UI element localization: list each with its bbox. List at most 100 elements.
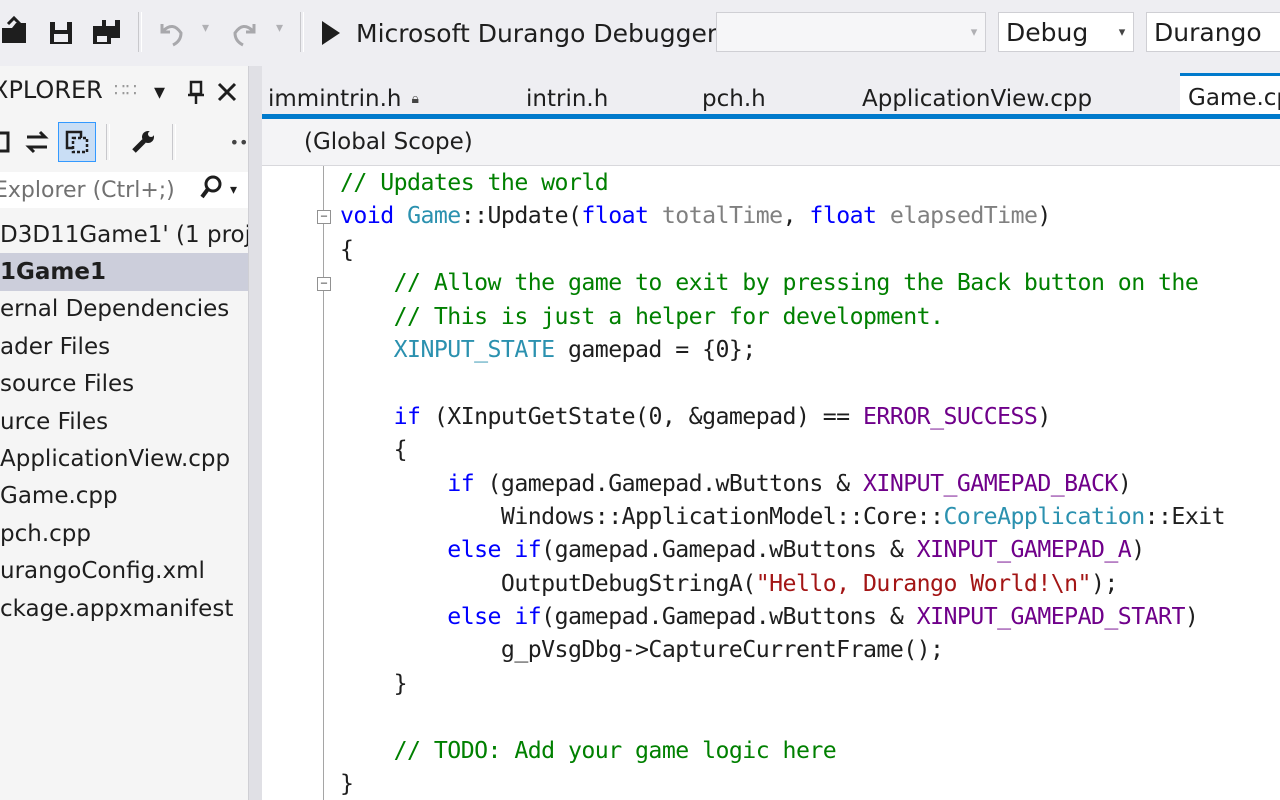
- tree-item[interactable]: 1Game1: [0, 253, 248, 291]
- tree-item-label: ernal Dependencies: [0, 296, 230, 323]
- code-token: );: [1090, 569, 1118, 597]
- tree-item-label: ApplicationView.cpp: [0, 446, 231, 473]
- tree-item[interactable]: ader Files: [0, 328, 248, 365]
- panel-grip-icon: ∷∷: [114, 80, 137, 101]
- code-token: XINPUT_GAMEPAD_START: [916, 603, 1186, 631]
- toolbar-separator: [300, 12, 304, 52]
- redo-dropdown-icon[interactable]: ▾: [276, 20, 283, 36]
- code-line: {: [340, 433, 1280, 466]
- undo-icon[interactable]: [154, 14, 188, 50]
- solution-tree: D3D11Game1' (1 projec 1Game1 ernal Depende…: [0, 216, 248, 627]
- code-line: OutputDebugStringA("Hello, Durango World…: [340, 567, 1280, 600]
- code-token: ERROR_SUCCESS: [863, 402, 1038, 430]
- solution-explorer-search-input[interactable]: Explorer (Ctrl+;) ▾: [0, 172, 248, 208]
- panel-splitter[interactable]: [248, 66, 263, 800]
- code-token: ,: [782, 202, 810, 230]
- main-toolbar: ▾ ▾ Microsoft Durango Debugger ▾ ▾ Debug…: [0, 0, 1280, 66]
- outline-margin-line: [323, 166, 324, 800]
- sync-with-document-icon[interactable]: [18, 122, 56, 162]
- toolbar-overflow-icon[interactable]: ••: [220, 122, 248, 162]
- toolbar-separator: [138, 12, 142, 52]
- code-token: "Hello, Durango World!\n": [755, 569, 1092, 597]
- tree-item[interactable]: urangoConfig.xml: [0, 553, 248, 590]
- read-only-lock-icon: 🔒︎: [411, 91, 419, 107]
- search-placeholder: Explorer (Ctrl+;): [0, 177, 175, 203]
- tree-item-label: ckage.appxmanifest: [0, 595, 234, 622]
- save-all-icon[interactable]: [90, 14, 124, 50]
- tab-label: pch.h: [702, 86, 766, 112]
- search-options-dropdown-icon[interactable]: ▾: [230, 182, 248, 198]
- tree-item[interactable]: D3D11Game1' (1 projec: [0, 216, 248, 253]
- code-line: g_pVsgDbg->CaptureCurrentFrame();: [340, 633, 1280, 666]
- code-token: ): [1184, 603, 1199, 631]
- tree-item-label: ader Files: [0, 333, 111, 360]
- tree-item[interactable]: ApplicationView.cpp: [0, 440, 248, 477]
- tree-item[interactable]: ernal Dependencies: [0, 291, 248, 328]
- tree-item[interactable]: urce Files: [0, 403, 248, 440]
- tree-item-label: source Files: [0, 371, 135, 398]
- start-debugging-button[interactable]: Microsoft Durango Debugger ▾: [316, 12, 734, 54]
- properties-wrench-icon[interactable]: [124, 122, 162, 162]
- code-token: {: [340, 235, 354, 263]
- redo-icon[interactable]: [228, 14, 262, 50]
- solution-platform-combo[interactable]: Durango: [1146, 12, 1280, 52]
- window-position-dropdown-icon[interactable]: ▾: [154, 80, 165, 105]
- tree-item-label: urce Files: [0, 408, 109, 435]
- code-token: }: [340, 770, 354, 798]
- show-all-files-icon[interactable]: [58, 122, 96, 162]
- code-text: // Updates the world void Game::Update(fl…: [340, 166, 1280, 800]
- tree-item[interactable]: source Files: [0, 366, 248, 403]
- code-line: }: [340, 767, 1280, 800]
- code-token: else: [447, 536, 501, 564]
- tab-label: ApplicationView.cpp: [862, 86, 1093, 112]
- start-debugging-label: Microsoft Durango Debugger: [356, 18, 718, 48]
- home-icon[interactable]: [0, 122, 18, 162]
- close-icon[interactable]: [216, 80, 238, 110]
- code-token: if: [447, 469, 475, 497]
- tree-item[interactable]: pch.cpp: [0, 515, 248, 552]
- open-file-icon[interactable]: [0, 14, 34, 50]
- toolbar-separator: [172, 124, 176, 160]
- code-token: }: [340, 669, 408, 697]
- solution-explorer-title: XPLORER: [0, 76, 103, 104]
- tab-label: immintrin.h: [268, 86, 402, 112]
- code-token: XINPUT_GAMEPAD_A: [916, 536, 1132, 564]
- code-line: else if(gamepad.Gamepad.wButtons & XINPU…: [340, 600, 1280, 633]
- play-icon: [322, 21, 340, 45]
- code-line: // Allow the game to exit by pressing th…: [340, 266, 1280, 299]
- code-token: XINPUT_STATE: [393, 335, 555, 363]
- chevron-down-icon: ▾: [970, 24, 978, 40]
- collapse-outline-icon[interactable]: −: [317, 210, 331, 224]
- tab-game-cpp[interactable]: Game.cpp: [1180, 73, 1280, 120]
- code-token: g_pVsgDbg->CaptureCurrentFrame();: [340, 636, 944, 664]
- chevron-down-icon: ▾: [1118, 24, 1126, 40]
- pin-icon[interactable]: [186, 80, 206, 112]
- scope-dropdown[interactable]: (Global Scope): [304, 129, 473, 155]
- tab-label: Game.cpp: [1188, 85, 1280, 111]
- debug-target-combo[interactable]: ▾: [716, 12, 986, 52]
- code-line: else if(gamepad.Gamepad.wButtons & XINPU…: [340, 533, 1280, 566]
- code-token: {: [340, 436, 408, 464]
- code-token: ): [1037, 402, 1051, 430]
- solution-explorer-panel: XPLORER ∷∷ ▾ •• Explorer (Ctrl+;) ▾ D3D1…: [0, 66, 248, 800]
- undo-dropdown-icon[interactable]: ▾: [202, 20, 209, 36]
- collapse-outline-icon[interactable]: −: [317, 277, 331, 291]
- code-token: // Allow the game to exit by pressing th…: [393, 269, 1199, 297]
- solution-configuration-combo[interactable]: Debug ▾: [998, 12, 1134, 52]
- code-token: float: [581, 202, 649, 230]
- save-icon[interactable]: [44, 14, 78, 50]
- code-token: gamepad = {0};: [554, 335, 756, 363]
- tree-item[interactable]: Game.cpp: [0, 478, 248, 515]
- tree-item[interactable]: ckage.appxmanifest: [0, 590, 248, 627]
- solution-configuration-value: Debug: [1006, 17, 1089, 47]
- code-line: // This is just a helper for development…: [340, 300, 1280, 333]
- search-icon[interactable]: [200, 174, 228, 206]
- code-token: if: [514, 536, 542, 564]
- code-token: ): [1117, 469, 1132, 497]
